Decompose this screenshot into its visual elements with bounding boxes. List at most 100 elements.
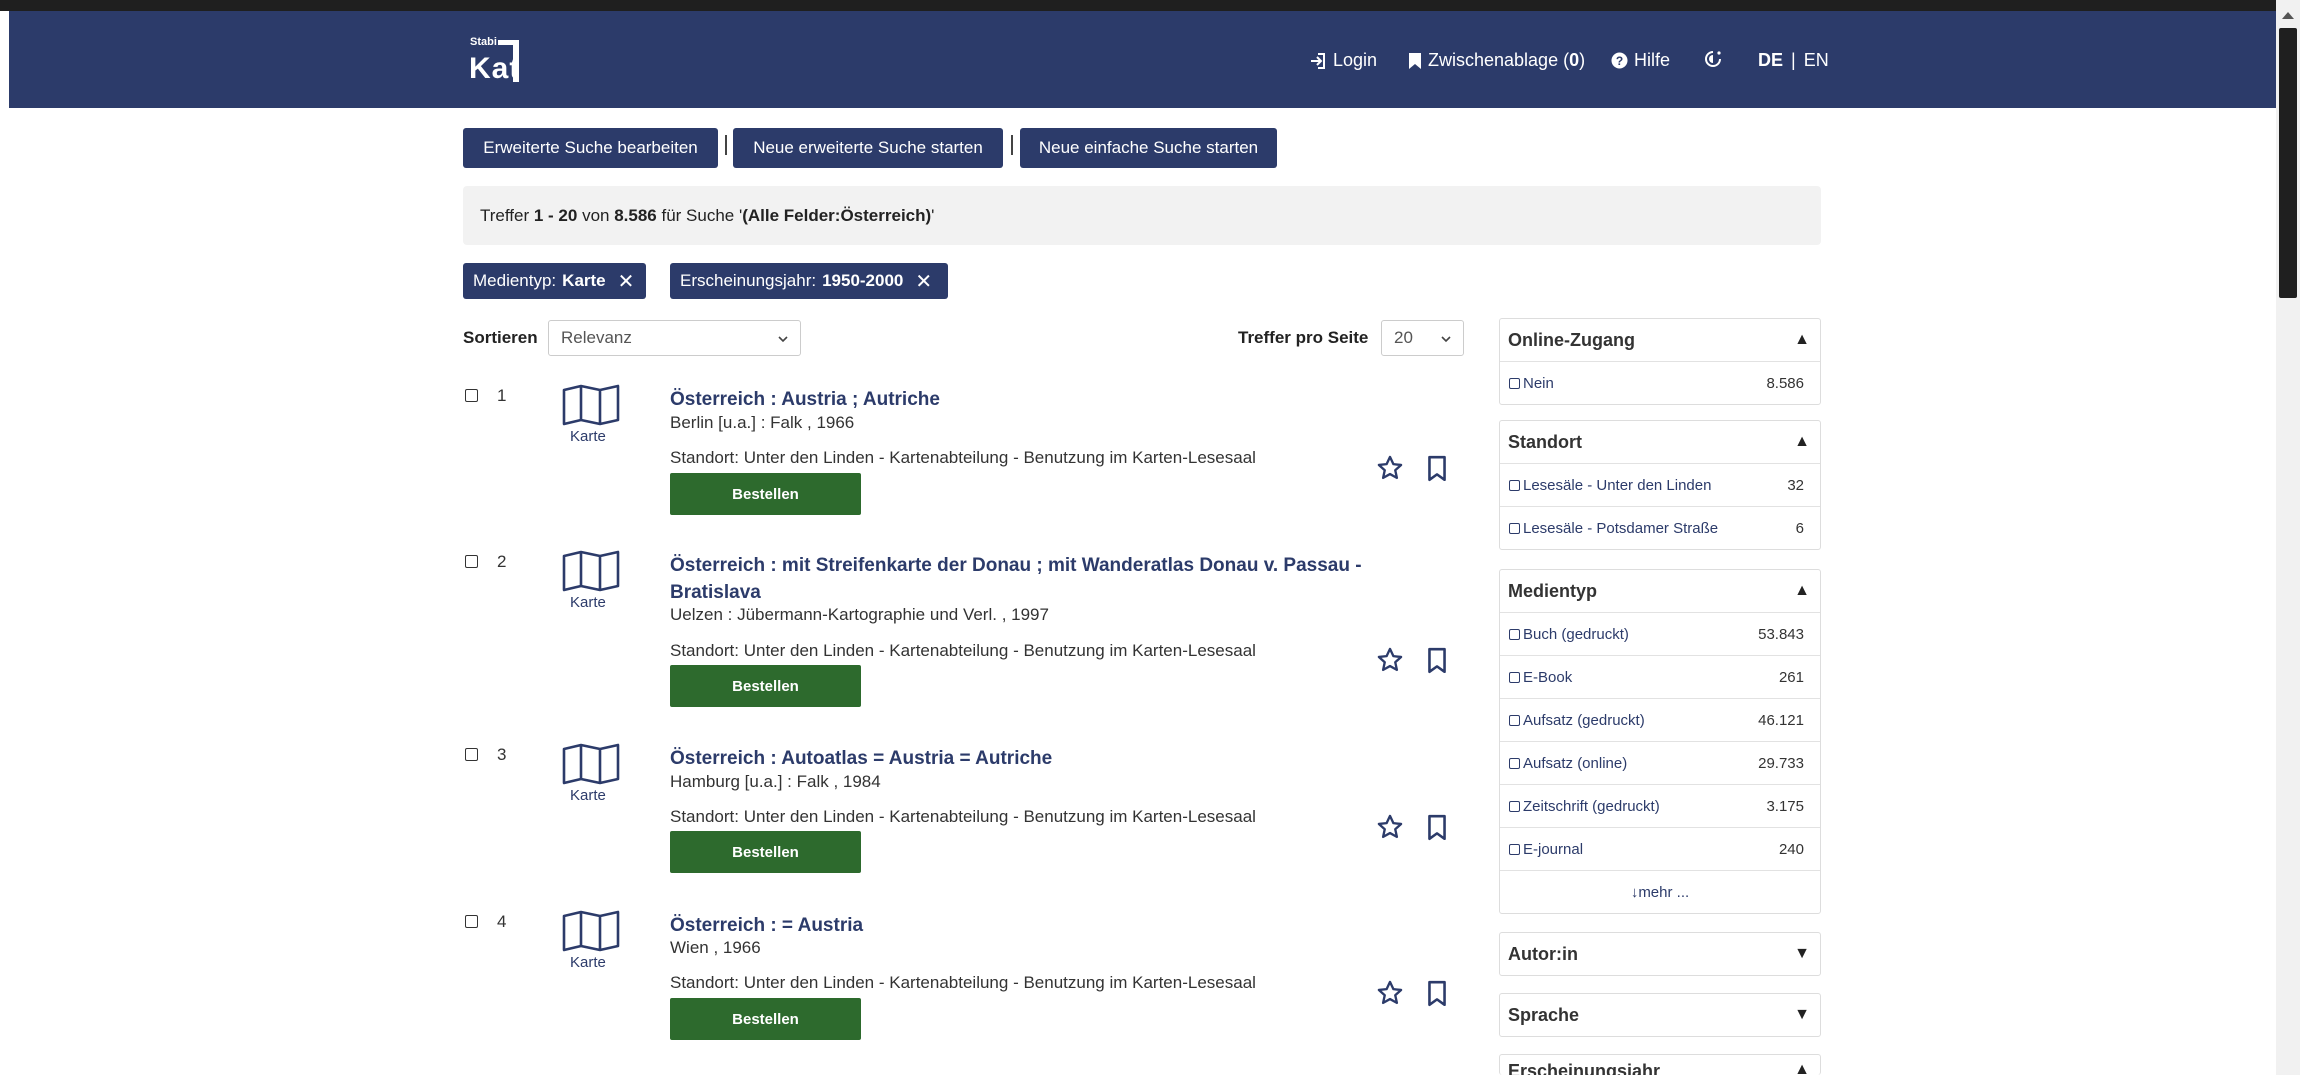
- svg-text:?: ?: [1616, 54, 1623, 68]
- facet-option-label: E-journal: [1523, 840, 1584, 858]
- facet-header[interactable]: Online-Zugang ▲: [1500, 319, 1820, 361]
- facet-header[interactable]: Standort ▲: [1500, 421, 1820, 463]
- facet-option[interactable]: Zeitschrift (gedruckt) 3.175: [1500, 784, 1820, 827]
- star-icon[interactable]: [1376, 646, 1404, 679]
- page-scrollbar[interactable]: [2276, 0, 2300, 1075]
- result-number: 1: [497, 386, 507, 405]
- facet-option-count: 53.843: [1758, 625, 1804, 643]
- result-number: 4: [497, 912, 507, 931]
- sort-label: Sortieren: [463, 328, 538, 347]
- edit-advanced-search-button[interactable]: Erweiterte Suche bearbeiten: [463, 128, 718, 168]
- checkbox-icon: [1509, 377, 1520, 389]
- select-result-checkbox[interactable]: [465, 915, 478, 928]
- map-icon: [562, 743, 620, 790]
- result-title-link[interactable]: Österreich : Austria ; Autriche: [670, 386, 1430, 413]
- bookmark-icon[interactable]: [1426, 455, 1448, 488]
- result-publisher: Hamburg [u.a.] : Falk , 1984: [670, 772, 881, 791]
- help-link[interactable]: ? Hilfe: [1611, 50, 1670, 71]
- facet-erscheinungsjahr: Erscheinungsjahr ▲: [1499, 1054, 1821, 1075]
- facet-header[interactable]: Erscheinungsjahr ▲: [1500, 1055, 1820, 1075]
- media-type-label: Karte: [570, 954, 606, 971]
- star-icon[interactable]: [1376, 454, 1404, 487]
- facet-standort: Standort ▲ Lesesäle - Unter den Linden 32 …: [1499, 420, 1821, 550]
- facet-option-count: 261: [1778, 668, 1804, 686]
- bookmark-icon[interactable]: [1426, 980, 1448, 1013]
- help-label: Hilfe: [1634, 50, 1671, 70]
- select-result-checkbox[interactable]: [465, 555, 478, 568]
- remove-filter-icon[interactable]: ✕: [915, 269, 932, 294]
- order-button[interactable]: Bestellen: [670, 473, 861, 515]
- sort-select-value: Relevanz: [561, 328, 632, 347]
- remove-filter-icon[interactable]: ✕: [618, 269, 635, 294]
- facet-option-label: Lesesäle - Potsdamer Straße: [1523, 519, 1719, 537]
- facet-option[interactable]: E-journal 240: [1500, 827, 1820, 870]
- order-button[interactable]: Bestellen: [670, 998, 861, 1040]
- star-icon[interactable]: [1376, 813, 1404, 846]
- clipboard-link[interactable]: Zwischenablage (0): [1408, 50, 1585, 71]
- contrast-icon: [1704, 50, 1722, 68]
- facet-option[interactable]: Aufsatz (gedruckt) 46.121: [1500, 698, 1820, 741]
- result-title-link[interactable]: Österreich : = Austria: [670, 912, 1430, 939]
- media-type-label: Karte: [570, 787, 606, 804]
- facet-option[interactable]: Lesesäle - Potsdamer Straße 6: [1500, 506, 1820, 549]
- facet-option-count: 240: [1778, 840, 1804, 858]
- star-icon[interactable]: [1376, 979, 1404, 1012]
- facet-option-label: Aufsatz (gedruckt): [1523, 711, 1645, 729]
- map-icon: [562, 550, 620, 597]
- facet-option-count: 46.121: [1758, 711, 1804, 729]
- collapse-triangle-icon: ▲: [1794, 331, 1810, 348]
- contrast-toggle[interactable]: [1704, 50, 1722, 68]
- login-link[interactable]: Login: [1309, 50, 1377, 71]
- facet-option[interactable]: Buch (gedruckt) 53.843: [1500, 612, 1820, 655]
- facet-header[interactable]: Sprache ▼: [1500, 994, 1820, 1036]
- new-advanced-search-button[interactable]: Neue erweiterte Suche starten: [733, 128, 1003, 168]
- result-title-link[interactable]: Österreich : mit Streifenkarte der Donau…: [670, 552, 1430, 606]
- facet-title: Erscheinungsjahr: [1508, 1061, 1661, 1075]
- facet-option[interactable]: Aufsatz (online) 29.733: [1500, 741, 1820, 784]
- checkbox-icon: [1509, 671, 1520, 683]
- filter-chip-value: Karte: [562, 271, 606, 290]
- result-summary-box: Treffer 1 - 20 von 8.586 für Suche '(All…: [463, 186, 1821, 245]
- bookmark-icon[interactable]: [1426, 814, 1448, 847]
- per-page-select[interactable]: 20: [1381, 320, 1464, 356]
- lang-en[interactable]: EN: [1804, 50, 1829, 71]
- lang-separator: |: [1791, 50, 1796, 70]
- bookmark-icon[interactable]: [1426, 647, 1448, 680]
- facet-option-label: E-Book: [1523, 668, 1573, 686]
- map-icon: [562, 384, 620, 431]
- facet-option[interactable]: Nein 8.586: [1500, 361, 1820, 404]
- facet-header[interactable]: Autor:in ▼: [1500, 933, 1820, 975]
- checkbox-icon: [1509, 843, 1520, 855]
- filter-chip-erscheinungsjahr[interactable]: Erscheinungsjahr: 1950-2000 ✕: [670, 263, 948, 299]
- facet-option-label: Aufsatz (online): [1523, 754, 1628, 772]
- select-result-checkbox[interactable]: [465, 389, 478, 402]
- bookmark-icon: [1408, 52, 1422, 70]
- show-more-link[interactable]: ↓ mehr ...: [1500, 870, 1820, 913]
- expand-triangle-icon: ▼: [1794, 945, 1810, 962]
- select-result-checkbox[interactable]: [465, 748, 478, 761]
- facet-online-zugang: Online-Zugang ▲ Nein 8.586: [1499, 318, 1821, 405]
- facet-header[interactable]: Medientyp ▲: [1500, 570, 1820, 612]
- facet-title: Standort: [1508, 431, 1582, 452]
- facet-sprache: Sprache ▼: [1499, 993, 1821, 1037]
- facet-option[interactable]: Lesesäle - Unter den Linden 32: [1500, 463, 1820, 506]
- order-button[interactable]: Bestellen: [670, 665, 861, 707]
- facet-option-label: Nein: [1523, 374, 1554, 392]
- order-button[interactable]: Bestellen: [670, 831, 861, 873]
- lang-de[interactable]: DE: [1758, 50, 1783, 71]
- scrollbar-thumb[interactable]: [2279, 28, 2297, 298]
- filter-chip-label: Medientyp:: [473, 271, 557, 290]
- checkbox-icon: [1509, 757, 1520, 769]
- filter-chip-medientyp[interactable]: Medientyp: Karte ✕: [463, 263, 646, 299]
- facet-option[interactable]: E-Book 261: [1500, 655, 1820, 698]
- chevron-down-icon: [1439, 331, 1453, 351]
- sort-select[interactable]: Relevanz: [548, 320, 801, 356]
- divider: [1011, 135, 1013, 155]
- scroll-up-arrow-icon[interactable]: [2282, 12, 2294, 19]
- result-number: 3: [497, 745, 507, 764]
- browser-top-strip: [0, 0, 2276, 11]
- facet-option-count: 6: [1795, 519, 1804, 537]
- facet-autor: Autor:in ▼: [1499, 932, 1821, 976]
- result-title-link[interactable]: Österreich : Autoatlas = Austria = Autri…: [670, 745, 1430, 772]
- new-simple-search-button[interactable]: Neue einfache Suche starten: [1020, 128, 1277, 168]
